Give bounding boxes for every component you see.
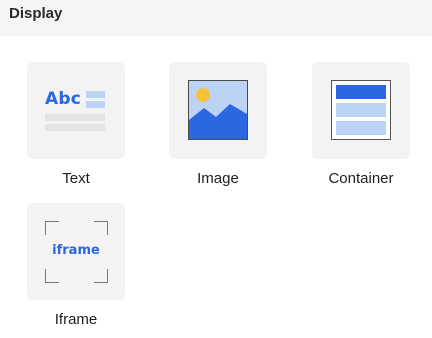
section-title: Display [9,4,63,22]
corner-top-left-icon [45,221,59,235]
text-line-icon [86,101,105,108]
component-tile-container[interactable] [312,62,410,159]
text-line-icon [86,91,105,98]
display-section-header: Display [0,0,432,36]
text-line-icon [45,124,105,131]
component-tile-image[interactable] [169,62,267,159]
iframe-icon: iframe [52,243,100,258]
text-line-icon [45,114,105,121]
image-landscape-icon [188,80,248,140]
component-tile-iframe[interactable]: iframe [27,203,125,300]
component-label-iframe: Iframe [54,311,98,328]
component-tile-text[interactable]: Abc [27,62,125,159]
corner-bottom-right-icon [94,269,108,283]
container-layout-icon [331,80,391,140]
corner-top-right-icon [94,221,108,235]
component-label-container: Container [328,170,394,187]
corner-bottom-left-icon [45,269,59,283]
text-abc-icon: Abc [45,89,82,109]
component-label-text: Text [62,170,90,187]
component-label-image: Image [197,170,239,187]
